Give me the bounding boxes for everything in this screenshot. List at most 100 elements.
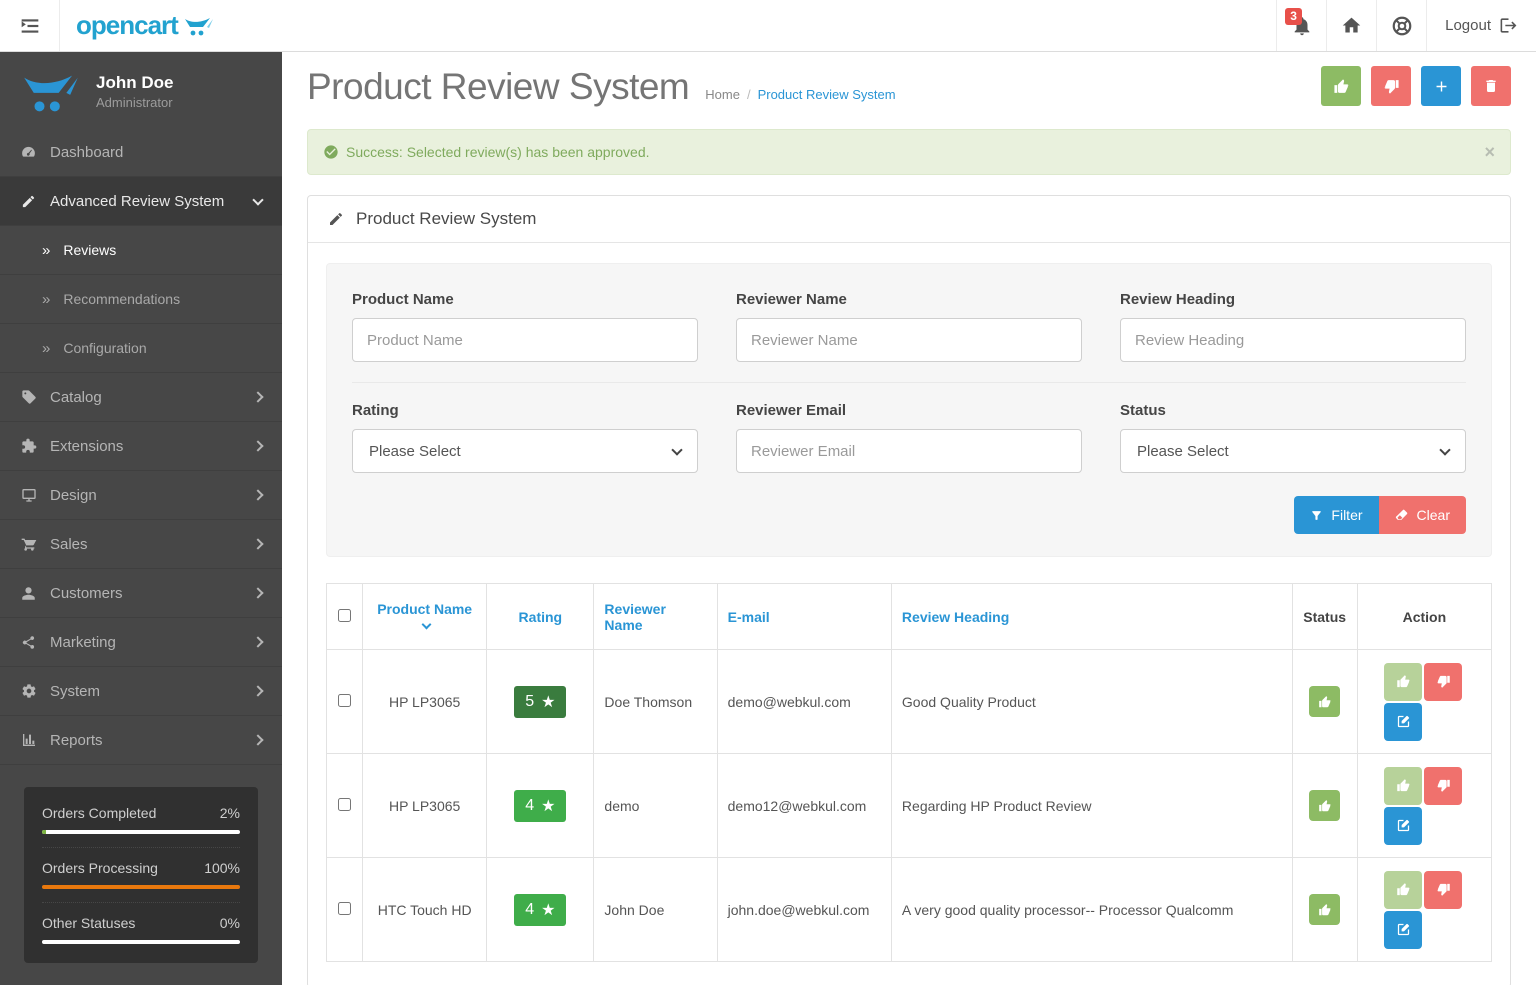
disapprove-selected-button[interactable] — [1371, 66, 1411, 106]
double-angle-icon: » — [42, 290, 51, 308]
table-row: HP LP3065 5 ★ Doe Thomson demo@webkul.co… — [325, 649, 1493, 754]
sidebar-item-sales[interactable]: Sales — [0, 520, 282, 569]
disapprove-review-button[interactable] — [1424, 662, 1463, 701]
sidebar-item-reports[interactable]: Reports — [0, 716, 282, 765]
sidebar-item-configuration[interactable]: » Configuration — [0, 324, 282, 373]
stat-value: 2% — [219, 805, 240, 821]
main-content: Product Review System Home / Product Rev… — [282, 52, 1536, 985]
sidebar-item-reviews[interactable]: » Reviews — [0, 226, 282, 275]
filter-actions: Filter Clear — [352, 496, 1466, 534]
approve-selected-button[interactable] — [1321, 66, 1361, 106]
sidebar-item-label: Recommendations — [63, 291, 181, 307]
sort-review-heading[interactable]: Review Heading — [902, 609, 1009, 625]
select-all-checkbox[interactable] — [338, 608, 352, 622]
product-name-label: Product Name — [352, 291, 454, 308]
breadcrumb-separator: / — [746, 87, 751, 102]
sidebar-item-advanced-review-system[interactable]: Advanced Review System — [0, 177, 282, 226]
disapprove-review-button[interactable] — [1424, 870, 1463, 909]
thumbs-up-icon — [1318, 903, 1332, 917]
logout-button[interactable]: Logout — [1426, 0, 1536, 51]
delete-selected-button[interactable] — [1471, 66, 1511, 106]
status-approved-button[interactable] — [1309, 686, 1341, 717]
email-cell: demo@webkul.com — [716, 649, 892, 754]
sidebar-item-dashboard[interactable]: Dashboard — [0, 128, 282, 177]
page-title: Product Review System — [307, 66, 690, 107]
star-icon: ★ — [541, 693, 556, 711]
filter-button[interactable]: Filter — [1294, 496, 1379, 534]
edit-review-button[interactable] — [1384, 910, 1423, 949]
logout-icon — [1499, 16, 1518, 35]
status-approved-button[interactable] — [1309, 790, 1341, 821]
approve-review-button[interactable] — [1384, 662, 1423, 701]
select-row-checkbox[interactable] — [338, 901, 352, 915]
sort-reviewer-name[interactable]: Reviewer Name — [604, 601, 665, 633]
rating-badge: 4 ★ — [514, 893, 567, 926]
sidebar-item-label: Reviews — [63, 242, 117, 258]
check-circle-icon — [323, 144, 339, 160]
sidebar-item-recommendations[interactable]: » Recommendations — [0, 275, 282, 324]
chevron-right-icon — [252, 587, 264, 599]
thumbs-up-icon — [1396, 778, 1411, 793]
status-label: Status — [1120, 402, 1166, 419]
edit-review-button[interactable] — [1384, 806, 1423, 845]
sidebar-item-marketing[interactable]: Marketing — [0, 618, 282, 667]
product-name-cell: HP LP3065 — [362, 649, 488, 754]
panel-heading: Product Review System — [308, 196, 1510, 243]
rating-select[interactable]: Please Select — [352, 429, 698, 473]
approve-review-button[interactable] — [1384, 870, 1423, 909]
home-button[interactable] — [1326, 0, 1377, 51]
panel-title: Product Review System — [356, 209, 537, 228]
user-profile: John Doe Administrator — [0, 52, 282, 128]
select-row-checkbox[interactable] — [338, 693, 352, 707]
breadcrumb-home[interactable]: Home — [705, 87, 740, 102]
progress-fill — [42, 885, 240, 889]
status-header: Status — [1303, 608, 1347, 625]
thumbs-down-icon — [1436, 882, 1451, 897]
sidebar-item-catalog[interactable]: Catalog — [0, 373, 282, 422]
sidebar-item-label: System — [50, 682, 101, 700]
logout-label: Logout — [1445, 17, 1491, 34]
reviewer-name-cell: Doe Thomson — [593, 649, 718, 754]
product-name-input[interactable] — [352, 318, 698, 362]
pencil-icon — [328, 211, 344, 227]
filter-field-review-heading: Review Heading — [1120, 291, 1466, 362]
monitor-icon — [20, 487, 37, 503]
status-select[interactable]: Please Select — [1120, 429, 1466, 473]
sidebar-item-system[interactable]: System — [0, 667, 282, 716]
table-row: HTC Touch HD 4 ★ John Doe john.doe@webku… — [325, 857, 1493, 962]
sidebar-toggle-button[interactable] — [0, 0, 60, 51]
reviewer-name-input[interactable] — [736, 318, 1082, 362]
clear-button[interactable]: Clear — [1378, 496, 1466, 534]
status-approved-button[interactable] — [1309, 894, 1341, 925]
approve-review-button[interactable] — [1384, 766, 1423, 805]
sidebar-item-extensions[interactable]: Extensions — [0, 422, 282, 471]
sidebar-item-design[interactable]: Design — [0, 471, 282, 520]
star-icon: ★ — [541, 901, 556, 919]
chevron-right-icon — [252, 538, 264, 550]
help-button[interactable] — [1376, 0, 1427, 51]
select-row-checkbox[interactable] — [338, 797, 352, 811]
reviewer-name-cell: demo — [593, 753, 718, 858]
double-angle-icon: » — [42, 339, 51, 357]
sidebar-item-customers[interactable]: Customers — [0, 569, 282, 618]
alert-close-button[interactable]: × — [1484, 143, 1495, 161]
email-cell: demo12@webkul.com — [716, 753, 892, 858]
sort-product-name[interactable]: Product Name — [377, 601, 472, 617]
chevron-right-icon — [252, 489, 264, 501]
progress-bar — [42, 940, 240, 944]
sidebar-item-label: Reports — [50, 731, 103, 749]
disapprove-review-button[interactable] — [1424, 766, 1463, 805]
reviewer-email-input[interactable] — [736, 429, 1082, 473]
user-name: John Doe — [96, 72, 174, 92]
pencil-icon — [20, 194, 37, 209]
progress-fill — [42, 830, 46, 834]
review-heading-input[interactable] — [1120, 318, 1466, 362]
notifications-button[interactable]: 3 — [1276, 0, 1327, 51]
opencart-logo[interactable]: opencart — [60, 0, 230, 51]
chevron-down-icon — [1439, 443, 1451, 456]
sort-rating[interactable]: Rating — [519, 609, 563, 625]
edit-review-button[interactable] — [1384, 702, 1423, 741]
sort-email[interactable]: E-mail — [728, 609, 770, 625]
add-review-button[interactable] — [1421, 66, 1461, 106]
reviewer-name-label: Reviewer Name — [736, 291, 847, 308]
